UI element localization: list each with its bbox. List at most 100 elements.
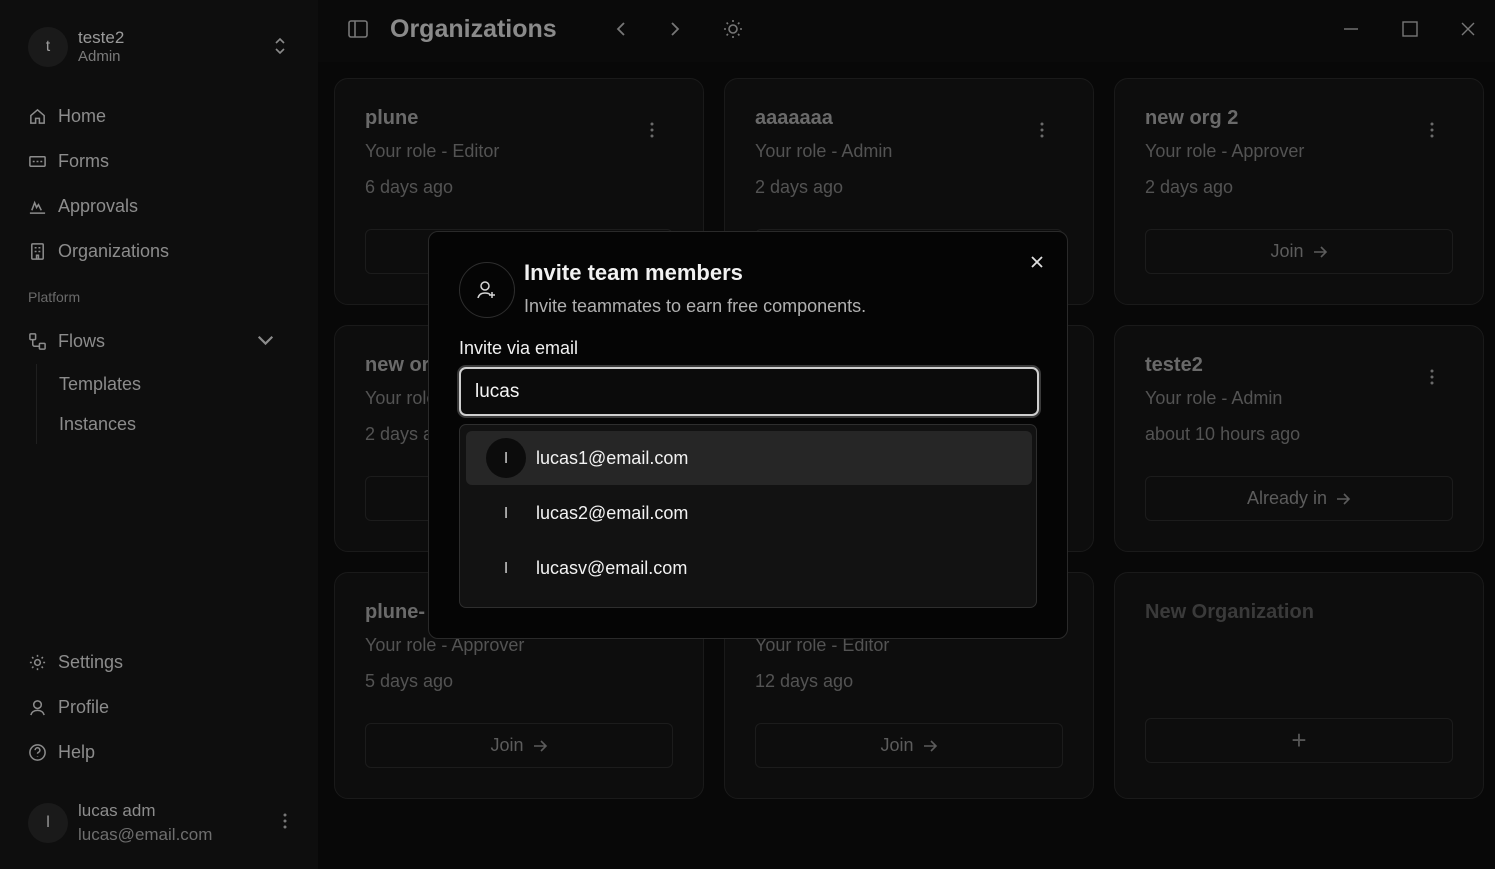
nav-help-label: Help <box>58 742 96 762</box>
chevron-down-icon[interactable] <box>256 330 286 354</box>
org-role: Your role - Admin <box>1145 388 1283 408</box>
org-time: 2 days a <box>365 424 434 444</box>
minimize-icon[interactable] <box>1342 18 1360 45</box>
nav-templates[interactable]: Templates <box>59 364 298 404</box>
already-in-label: Already in <box>1246 488 1328 508</box>
team-role: Admin <box>78 48 121 66</box>
nav-organizations-label: Organizations <box>58 241 170 261</box>
more-vertical-icon[interactable] <box>282 812 288 835</box>
join-label: Join <box>880 735 914 755</box>
nav-organizations[interactable]: Organizations <box>28 229 298 274</box>
join-button[interactable]: Join <box>365 723 673 768</box>
workflow-icon <box>29 333 46 350</box>
nav-forms[interactable]: Forms <box>28 139 298 184</box>
join-button[interactable]: Join <box>1145 229 1453 274</box>
home-icon <box>30 108 45 124</box>
user-avatar: l <box>28 803 68 843</box>
org-time: 5 days ago <box>365 671 454 691</box>
nav-flows[interactable]: Flows <box>28 319 298 364</box>
suggestion-avatar: l <box>504 559 508 577</box>
more-vertical-icon[interactable] <box>1039 121 1045 144</box>
nav-instances[interactable]: Instances <box>59 404 298 444</box>
org-name: plune <box>365 107 419 129</box>
nav-flows-label: Flows <box>58 331 106 351</box>
nav-approvals[interactable]: Approvals <box>28 184 298 229</box>
org-time: 6 days ago <box>365 177 454 197</box>
org-role: Your role - Admin <box>755 141 893 161</box>
modal-title: Invite team members <box>524 260 743 285</box>
org-role: Your role - Approver <box>1145 141 1305 161</box>
team-avatar: t <box>28 27 68 67</box>
help-circle-icon <box>29 744 46 761</box>
arrow-right-icon <box>533 739 547 752</box>
page-title: Organizations <box>390 15 557 43</box>
invite-email-label: Invite via email <box>459 338 579 358</box>
building-icon <box>31 243 44 260</box>
more-vertical-icon[interactable] <box>1429 121 1435 144</box>
sidebar: t teste2 Admin Home Forms Approvals Orga… <box>0 0 318 869</box>
invite-email-input[interactable]: lucas <box>459 367 1039 416</box>
team-switcher[interactable]: t teste2 Admin <box>28 24 298 70</box>
secondary-nav: Settings Profile Help <box>28 640 298 775</box>
email-suggestions-dropdown: l lucas1@email.com l lucas2@email.com l … <box>459 424 1037 608</box>
new-organization-card[interactable]: New Organization + <box>1114 572 1484 799</box>
suggestion-avatar: l <box>486 438 526 478</box>
nav-home-label: Home <box>58 106 107 126</box>
org-name: new org 2 <box>1145 107 1239 129</box>
org-time: 2 days ago <box>1145 177 1234 197</box>
org-time: about 10 hours ago <box>1145 424 1301 444</box>
close-icon[interactable] <box>1029 254 1045 275</box>
org-name: aaaaaaa <box>755 107 833 129</box>
modal-description: Invite teammates to earn free components… <box>524 296 867 316</box>
org-name: new or <box>365 354 430 376</box>
team-name: teste2 <box>78 28 125 47</box>
already-in-button[interactable]: Already in <box>1145 476 1453 521</box>
join-button[interactable]: Join <box>755 723 1063 768</box>
org-card[interactable]: new org 2 Your role - Approver 2 days ag… <box>1114 78 1484 305</box>
suggestion-avatar: l <box>504 504 508 522</box>
suggestion-email: lucas1@email.com <box>536 447 689 468</box>
org-name: plune- <box>365 601 425 623</box>
org-role: Your role - Editor <box>365 141 500 161</box>
nav-forms-label: Forms <box>58 151 109 171</box>
nav-profile-label: Profile <box>58 697 110 717</box>
org-time: 12 days ago <box>755 671 854 691</box>
user-email: lucas@email.com <box>78 825 213 844</box>
chevron-left-icon[interactable] <box>614 18 628 45</box>
nav-profile[interactable]: Profile <box>28 685 298 730</box>
suggestion-item[interactable]: l lucas1@email.com <box>466 431 1032 485</box>
nav-help[interactable]: Help <box>28 730 298 775</box>
signature-icon <box>29 200 46 214</box>
suggestion-item[interactable]: l lucasv@email.com <box>466 541 1032 595</box>
user-menu[interactable]: l lucas adm lucas@email.com <box>28 796 298 850</box>
nav-approvals-label: Approvals <box>58 196 139 216</box>
sidebar-toggle-icon[interactable] <box>348 18 368 45</box>
more-vertical-icon[interactable] <box>1429 368 1435 391</box>
arrow-right-icon <box>923 739 937 752</box>
close-window-icon[interactable] <box>1459 18 1477 45</box>
user-name: lucas adm <box>78 801 156 821</box>
gear-icon <box>29 654 46 671</box>
org-card[interactable]: teste2 Your role - Admin about 10 hours … <box>1114 325 1484 552</box>
arrow-right-icon <box>1337 492 1351 505</box>
suggestion-item[interactable]: l lucas2@email.com <box>466 486 1032 540</box>
nav-home[interactable]: Home <box>28 94 298 139</box>
nav-settings-label: Settings <box>58 652 124 672</box>
add-organization-button[interactable]: + <box>1145 718 1453 763</box>
more-vertical-icon[interactable] <box>649 121 655 144</box>
main-nav: Home Forms Approvals Organizations Platf… <box>28 94 298 444</box>
maximize-icon[interactable] <box>1401 18 1419 45</box>
nav-settings[interactable]: Settings <box>28 640 298 685</box>
user-icon <box>30 700 45 716</box>
form-icon <box>29 155 46 168</box>
topbar: Organizations <box>318 0 1495 62</box>
new-org-title: New Organization <box>1145 601 1314 623</box>
chevrons-up-down-icon <box>272 36 288 61</box>
org-role: Your role <box>365 388 437 408</box>
arrow-right-icon <box>1313 245 1327 258</box>
org-time: 2 days ago <box>755 177 844 197</box>
user-plus-icon <box>459 262 515 318</box>
sun-icon[interactable] <box>722 18 744 45</box>
platform-section-label: Platform <box>28 288 81 305</box>
chevron-right-icon[interactable] <box>668 18 682 45</box>
